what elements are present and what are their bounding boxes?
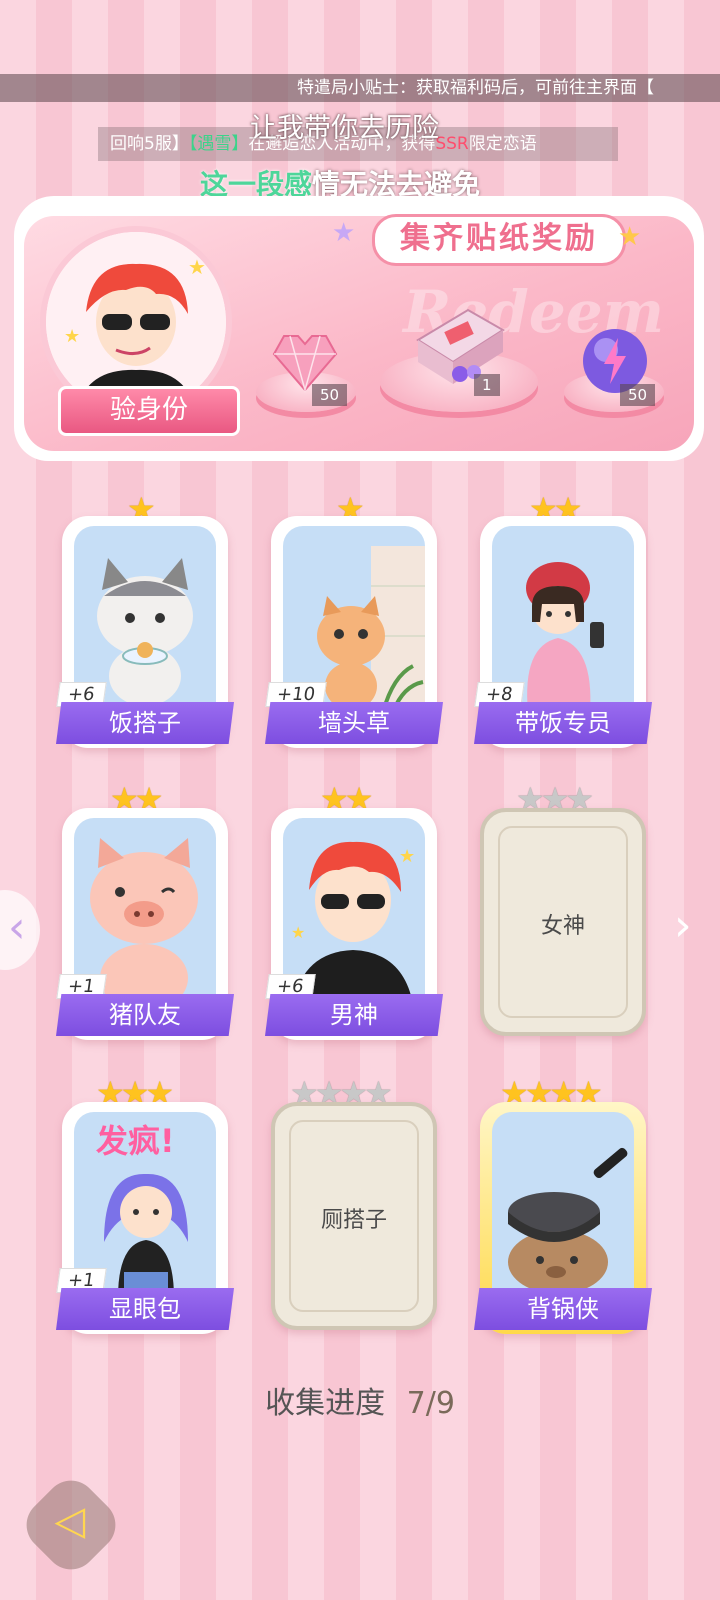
sticker-card[interactable]: 背锅侠 [474, 1102, 652, 1334]
sticker-card[interactable]: +10 墙头草 [265, 516, 443, 748]
reward-title: 集齐贴纸奖励 [372, 214, 626, 266]
broadcast-text: 回响5服】 [110, 134, 189, 154]
card-name: 墙头草 [265, 702, 443, 744]
tip-text: 特遣局小贴士：获取福利码后，可前往主界面【 [297, 78, 654, 98]
svg-text:发疯!: 发疯! [96, 1122, 175, 1160]
capybara-pan-icon [508, 1147, 628, 1294]
sticker-card[interactable]: +8 带饭专员 [474, 516, 652, 748]
card-name: 显眼包 [56, 1288, 234, 1330]
lyric-line-1: 让我带你去历险 [250, 113, 439, 144]
card-name: 女神 [540, 914, 585, 939]
card-name: 厕搭子 [320, 1208, 387, 1233]
sticker-card[interactable]: ★ ★ +6 男神 [265, 808, 443, 1040]
reward-qty: 50 [312, 384, 348, 406]
reward-qty: 1 [474, 374, 500, 396]
sticker-card[interactable]: +1 猪队友 [56, 808, 234, 1040]
sparkle-icon: ★ [618, 222, 642, 252]
progress-label: 收集进度 [265, 1386, 386, 1421]
avatar[interactable]: ★ ★ [46, 232, 226, 412]
reward-qty: 50 [620, 384, 656, 406]
progress-value: 7/9 [406, 1386, 455, 1421]
svg-text:★: ★ [399, 846, 415, 867]
sticker-card[interactable]: +6 饭搭子 [56, 516, 234, 748]
chevron-right-icon[interactable]: › [674, 900, 692, 951]
verify-identity-button[interactable]: 验身份 [58, 386, 240, 436]
chevron-left-icon: ‹ [8, 902, 26, 953]
back-arrow-icon: ◁ [54, 1498, 86, 1545]
card-name: 猪队友 [56, 994, 234, 1036]
broadcast-player: 【遇雪】 [188, 134, 249, 154]
broadcast-text-3: 限定恋语 [468, 134, 537, 154]
prev-page-button[interactable]: ‹ [0, 890, 40, 970]
svg-text:★: ★ [64, 326, 80, 347]
svg-text:★: ★ [188, 255, 206, 279]
svg-text:★: ★ [291, 923, 305, 942]
locked-card[interactable]: 厕搭子 [271, 1102, 437, 1330]
locked-card[interactable]: 女神 [480, 808, 646, 1036]
broadcast-rarity: SSR [435, 134, 469, 154]
card-name: 饭搭子 [56, 702, 234, 744]
tip-marquee: 特遣局小贴士：获取福利码后，可前往主界面【 [0, 74, 720, 102]
sparkle-icon: ★ [332, 218, 356, 248]
card-name: 男神 [265, 994, 443, 1036]
card-name: 带饭专员 [474, 702, 652, 744]
collection-progress: 收集进度 7/9 [0, 1378, 720, 1422]
avatar-boy-icon: ★ ★ [46, 232, 226, 412]
sticker-card[interactable]: 发疯! +1 显眼包 [56, 1102, 234, 1334]
card-art [492, 1112, 634, 1298]
back-button[interactable]: ◁ [15, 1469, 127, 1581]
card-name: 背锅侠 [474, 1288, 652, 1330]
